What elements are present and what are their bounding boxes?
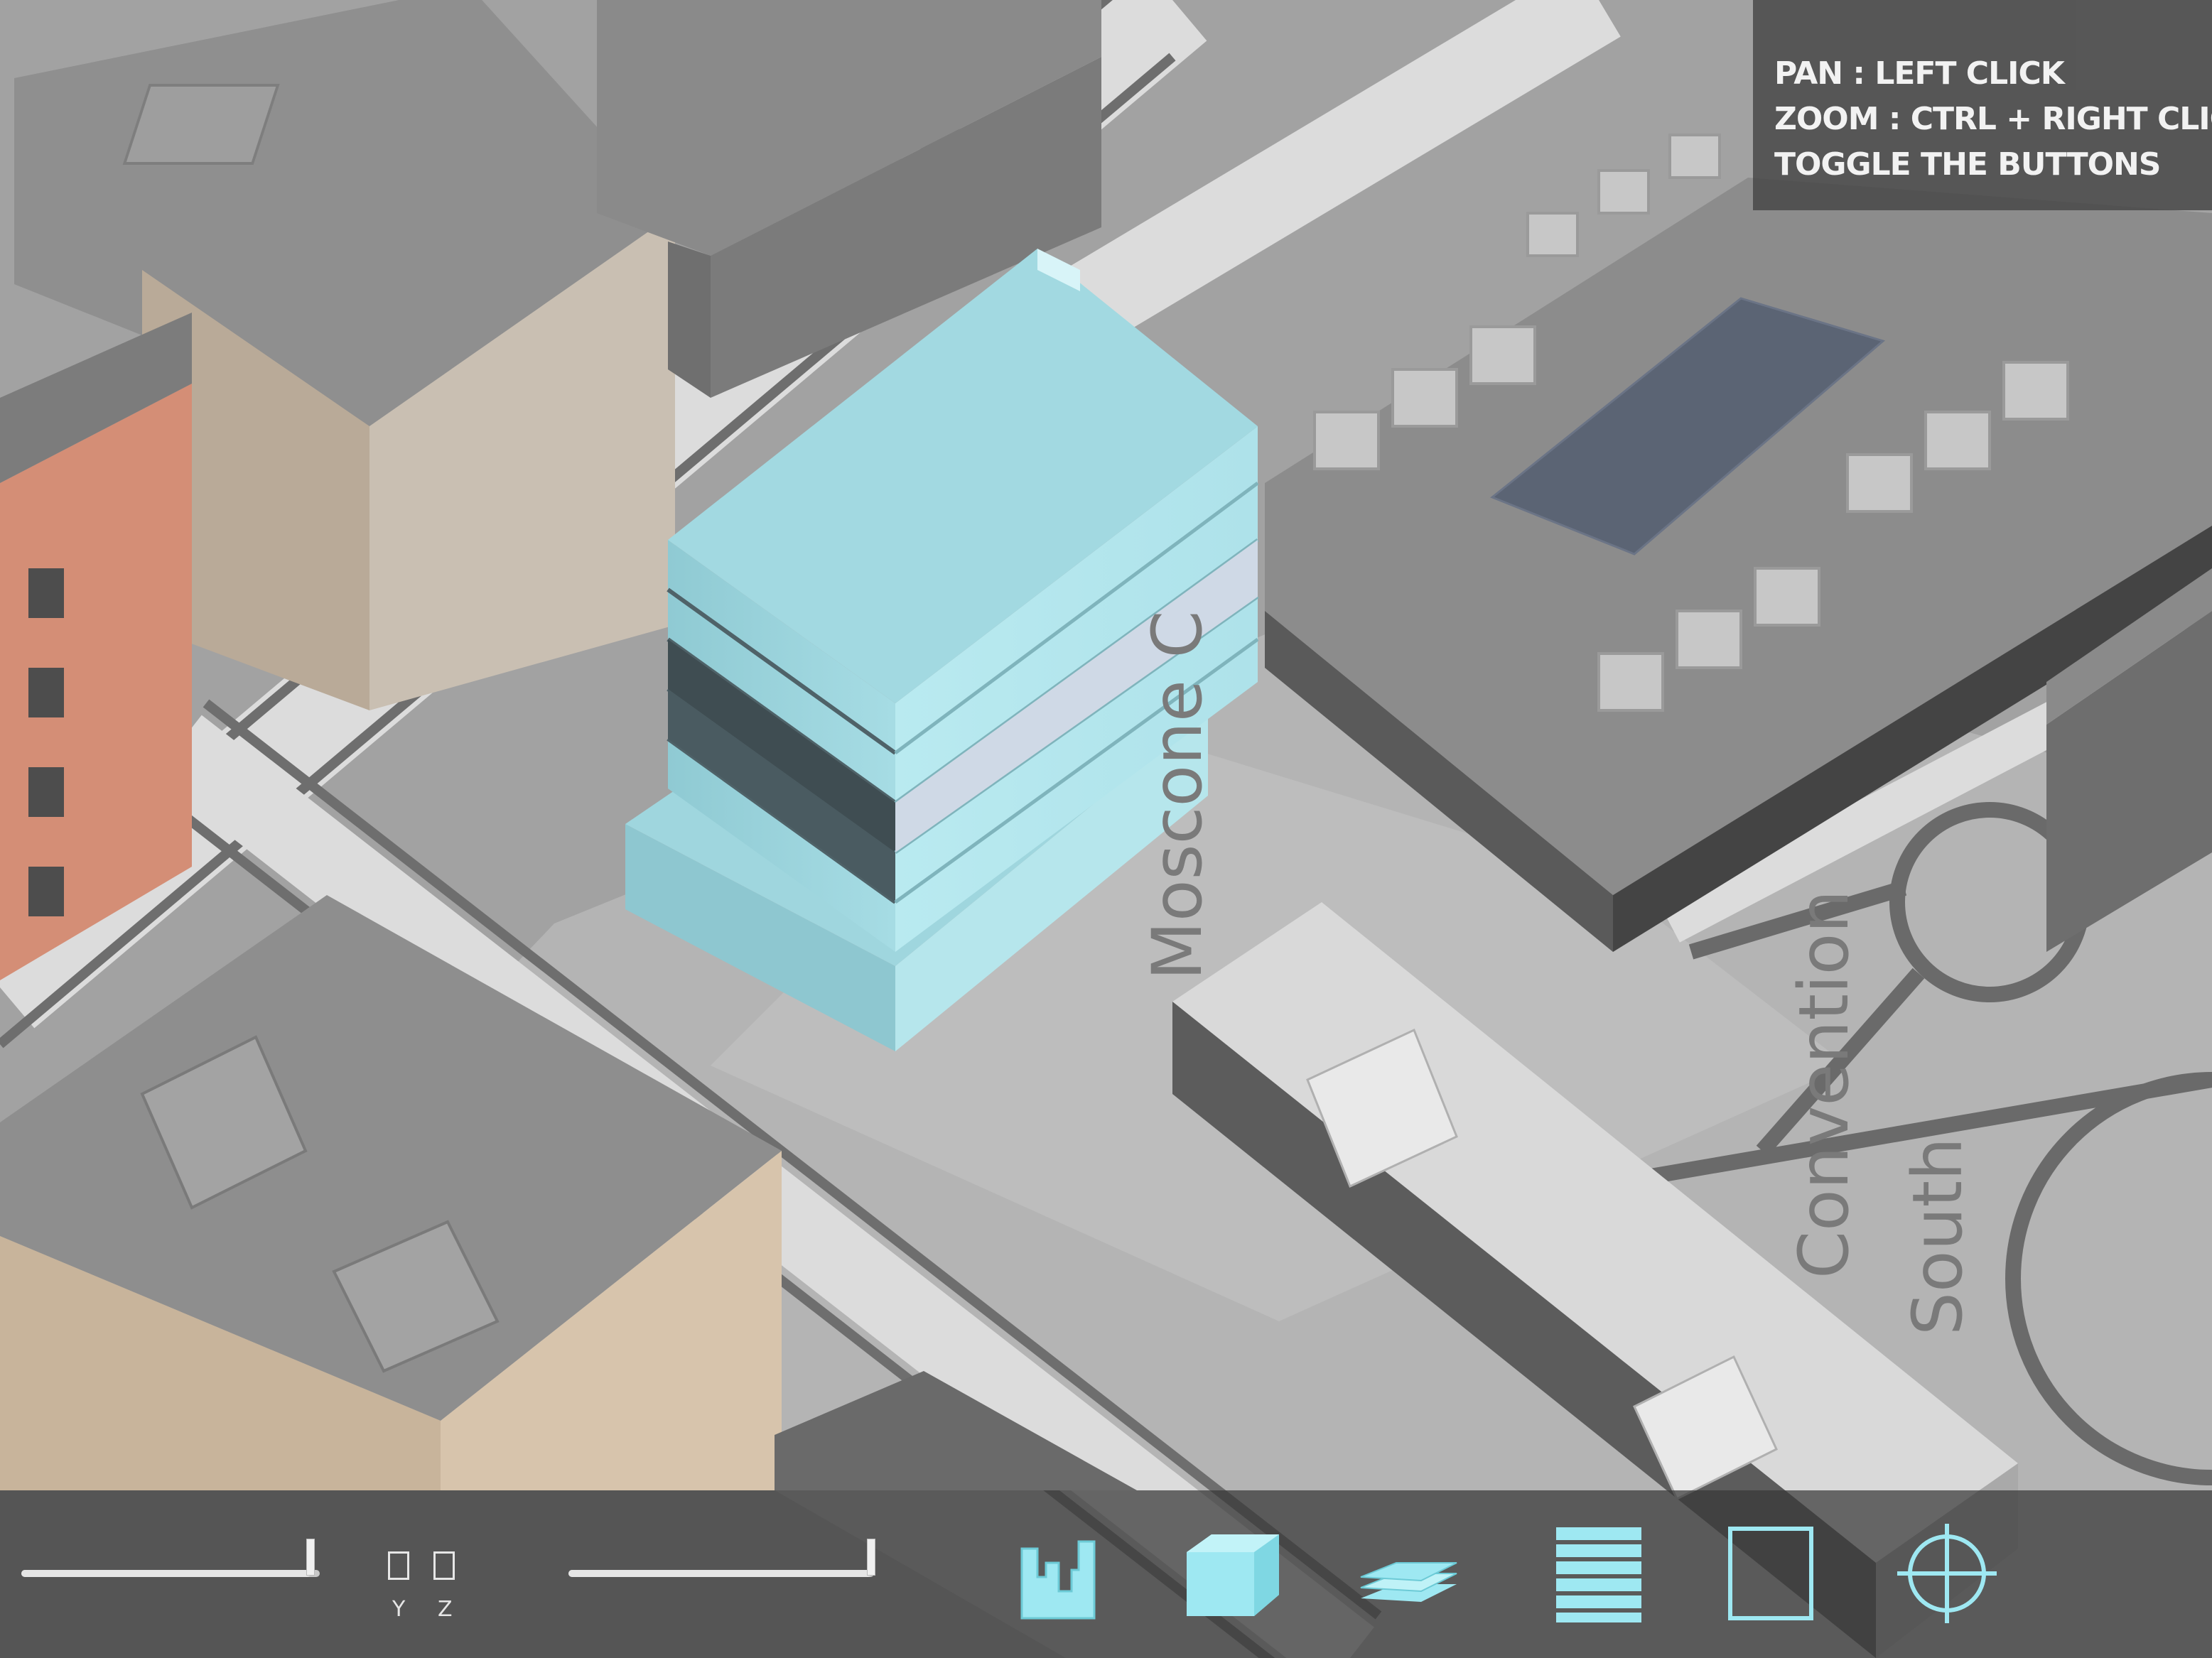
axis-y-label: Y bbox=[392, 1597, 406, 1622]
outline-square-icon bbox=[1728, 1527, 1813, 1620]
help-line-toggle: TOGGLE THE BUTTONS bbox=[1774, 146, 2162, 183]
city-scene: Moscone C Convention South bbox=[0, 0, 2212, 1658]
crosshair-icon bbox=[1897, 1524, 1997, 1623]
map-label-moscone: Moscone C bbox=[1138, 610, 1217, 980]
axis-z-label: Z bbox=[438, 1597, 453, 1622]
help-line-pan: PAN : LEFT CLICK bbox=[1774, 55, 2065, 92]
map-label-convention: Convention bbox=[1784, 890, 1864, 1279]
bar-chart-icon bbox=[1020, 1540, 1096, 1620]
slider-1-track[interactable] bbox=[21, 1570, 320, 1577]
axis-y-toggle[interactable] bbox=[388, 1551, 409, 1580]
floors-button[interactable] bbox=[1542, 1520, 1649, 1627]
layers-button[interactable] bbox=[1357, 1520, 1464, 1627]
slider-2-handle[interactable] bbox=[866, 1539, 875, 1576]
slider-2-track[interactable] bbox=[568, 1570, 874, 1577]
building-orange bbox=[0, 313, 192, 980]
floors-icon bbox=[1556, 1527, 1641, 1622]
bar-chart-button[interactable] bbox=[1009, 1520, 1116, 1627]
cube-icon bbox=[1187, 1534, 1279, 1616]
3d-viewport[interactable]: Moscone C Convention South PAN : LEFT CL… bbox=[0, 0, 2212, 1658]
map-label-south: South bbox=[1898, 1137, 1978, 1335]
slider-1-handle[interactable] bbox=[306, 1539, 315, 1576]
layers-icon bbox=[1360, 1562, 1457, 1602]
cube-button[interactable] bbox=[1180, 1520, 1286, 1627]
axis-z-toggle[interactable] bbox=[433, 1551, 455, 1580]
help-panel: PAN : LEFT CLICK ZOOM : CTRL + RIGHT CLI… bbox=[1753, 0, 2212, 210]
slider-2-fill bbox=[568, 1570, 871, 1577]
outline-button[interactable] bbox=[1720, 1520, 1826, 1627]
help-line-zoom: ZOOM : CTRL + RIGHT CLICK bbox=[1774, 101, 2212, 137]
crosshair-button[interactable] bbox=[1894, 1520, 2000, 1627]
slider-1-fill bbox=[21, 1570, 311, 1577]
